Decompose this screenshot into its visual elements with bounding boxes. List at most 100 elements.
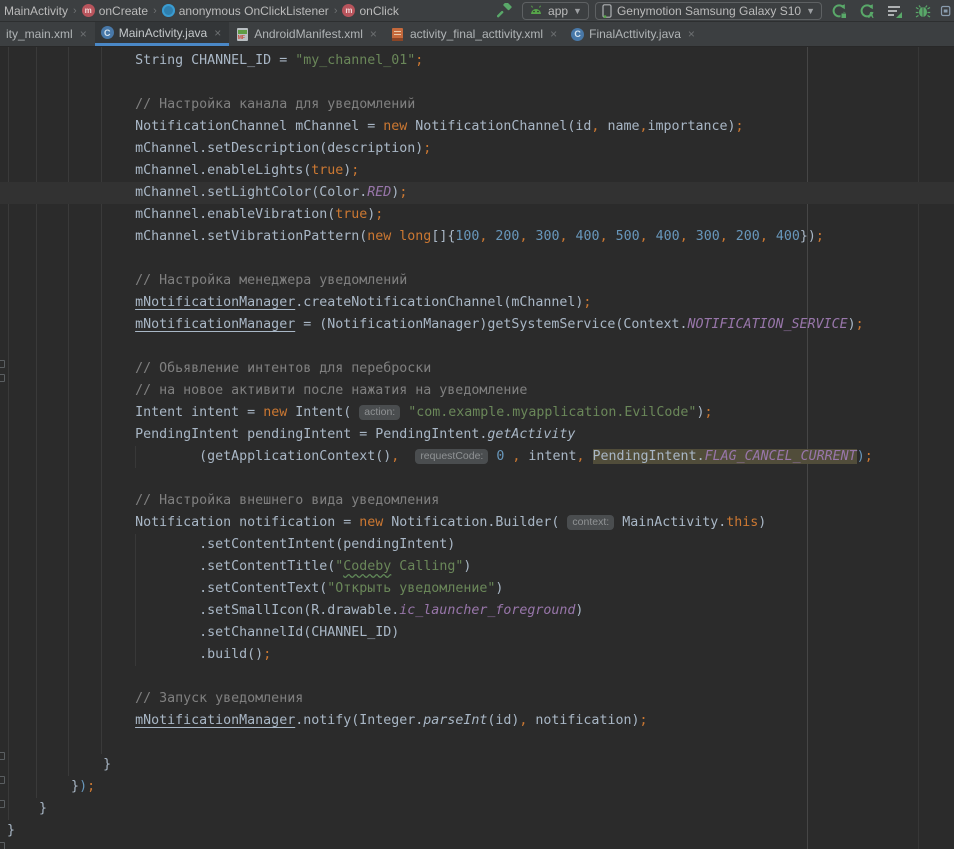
fold-marker[interactable]: [0, 752, 5, 760]
breadcrumb-item[interactable]: MainActivity: [2, 4, 70, 18]
code-line[interactable]: .setSmallIcon(R.drawable.ic_launcher_for…: [0, 600, 954, 622]
fold-marker[interactable]: [0, 360, 5, 368]
apply-code-changes-icon[interactable]: A: [856, 1, 878, 21]
code-line[interactable]: mChannel.enableLights(true);: [0, 160, 954, 182]
code-line[interactable]: }: [0, 798, 954, 820]
svg-text:A: A: [868, 11, 874, 19]
code-line[interactable]: Intent intent = new Intent( action: "com…: [0, 402, 954, 424]
code-line[interactable]: }: [0, 754, 954, 776]
tab-ity_main.xml[interactable]: ity_main.xml×: [0, 22, 95, 46]
close-icon[interactable]: ×: [550, 27, 557, 41]
code-line[interactable]: // Обьявление интентов для переброски: [0, 358, 954, 380]
code-editor[interactable]: String CHANNEL_ID = "my_channel_01"; // …: [0, 47, 954, 849]
code-token: ): [848, 317, 856, 332]
code-line[interactable]: });: [0, 776, 954, 798]
tab-activity_final_acttivity.xml[interactable]: activity_final_acttivity.xml×: [385, 22, 565, 46]
code-line[interactable]: .build();: [0, 644, 954, 666]
code-token: ,: [560, 229, 568, 244]
code-line[interactable]: mNotificationManager.createNotificationC…: [0, 292, 954, 314]
code-token: intent: [520, 449, 576, 464]
code-token: mChannel.setLightColor(Color.: [135, 185, 367, 200]
code-line[interactable]: mNotificationManager = (NotificationMana…: [0, 314, 954, 336]
code-token: ;: [736, 119, 744, 134]
code-token: mNotificationManager: [135, 713, 295, 728]
breadcrumb-item[interactable]: monCreate: [80, 4, 150, 18]
fold-marker[interactable]: [0, 800, 5, 808]
code-line[interactable]: NotificationChannel mChannel = new Notif…: [0, 116, 954, 138]
code-line[interactable]: // Настройка менеджера уведомлений: [0, 270, 954, 292]
apply-changes-icon[interactable]: [828, 1, 850, 21]
code-token: }: [39, 801, 47, 816]
code-line[interactable]: // на новое активити после нажатия на ув…: [0, 380, 954, 402]
breadcrumb-item[interactable]: anonymous OnClickListener: [160, 4, 331, 18]
chevron-down-icon: ▼: [573, 6, 582, 16]
code-token: ;: [399, 185, 407, 200]
code-line[interactable]: // Настройка канала для уведомлений: [0, 94, 954, 116]
code-token: .build(): [199, 647, 263, 662]
code-line[interactable]: [0, 732, 954, 754]
attach-debugger-icon[interactable]: [940, 1, 952, 21]
tab-FinalActtivity.java[interactable]: CFinalActtivity.java×: [565, 22, 703, 46]
code-token: ;: [816, 229, 824, 244]
code-line[interactable]: PendingIntent pendingIntent = PendingInt…: [0, 424, 954, 446]
code-token: ;: [704, 405, 712, 420]
code-line[interactable]: // Настройка внешнего вида уведомления: [0, 490, 954, 512]
code-token: name: [599, 119, 639, 134]
device-selector[interactable]: Genymotion Samsung Galaxy S10 ▼: [595, 2, 822, 20]
code-line[interactable]: mChannel.enableVibration(true);: [0, 204, 954, 226]
close-icon[interactable]: ×: [688, 27, 695, 41]
breadcrumb-item[interactable]: monClick: [340, 4, 400, 18]
code-token: [728, 229, 736, 244]
module-selector[interactable]: app ▼: [522, 2, 589, 20]
debug-bug-icon[interactable]: [912, 1, 934, 21]
tab-AndroidManifest.xml[interactable]: AndroidManifest.xml×: [229, 22, 385, 46]
code-line[interactable]: [0, 336, 954, 358]
code-token: new: [383, 119, 407, 134]
code-line[interactable]: mChannel.setVibrationPattern(new long[]{…: [0, 226, 954, 248]
code-token: new long: [367, 229, 431, 244]
close-icon[interactable]: ×: [370, 27, 377, 41]
code-token: // Обьявление интентов для переброски: [135, 361, 431, 376]
code-line[interactable]: mChannel.setLightColor(Color.RED);: [0, 182, 954, 204]
build-hammer-icon[interactable]: [494, 1, 516, 21]
code-line[interactable]: [0, 248, 954, 270]
code-line[interactable]: mChannel.setDescription(description);: [0, 138, 954, 160]
manifest-icon: [235, 27, 249, 41]
phone-icon: [602, 4, 612, 18]
code-token: Notification notification =: [135, 515, 359, 530]
breadcrumb-label: onCreate: [99, 4, 148, 18]
fold-marker[interactable]: [0, 776, 5, 784]
code-line[interactable]: // Запуск уведомления: [0, 688, 954, 710]
code-token: Codeby: [343, 559, 391, 574]
code-line[interactable]: [0, 72, 954, 94]
code-line[interactable]: .setContentTitle("Codeby Calling"): [0, 556, 954, 578]
code-token: ): [79, 779, 87, 794]
code-line[interactable]: [0, 468, 954, 490]
code-line[interactable]: String CHANNEL_ID = "my_channel_01";: [0, 50, 954, 72]
fold-marker[interactable]: [0, 842, 5, 849]
code-line[interactable]: (getApplicationContext(), requestCode: 0…: [0, 446, 954, 468]
code-line[interactable]: .setChannelId(CHANNEL_ID): [0, 622, 954, 644]
code-token: mChannel.setVibrationPattern(: [135, 229, 367, 244]
fold-marker[interactable]: [0, 374, 5, 382]
code-line[interactable]: .setContentIntent(pendingIntent): [0, 534, 954, 556]
close-icon[interactable]: ×: [80, 27, 87, 41]
code-token: ;: [351, 163, 359, 178]
code-token: ): [463, 559, 471, 574]
code-token: Intent intent =: [135, 405, 263, 420]
code-token: ,: [720, 229, 728, 244]
code-line[interactable]: }: [0, 820, 954, 842]
code-line[interactable]: mNotificationManager.notify(Integer.pars…: [0, 710, 954, 732]
code-line[interactable]: [0, 666, 954, 688]
code-token: ;: [375, 207, 383, 222]
tab-MainActivity.java[interactable]: CMainActivity.java×: [95, 22, 230, 46]
code-line[interactable]: .setContentText("Открыть уведомление"): [0, 578, 954, 600]
code-token: ;: [423, 141, 431, 156]
code-token: .createNotificationChannel(mChannel): [295, 295, 583, 310]
code-token: ): [857, 449, 865, 464]
close-icon[interactable]: ×: [214, 26, 221, 40]
code-token: 500: [616, 229, 640, 244]
code-token: (id): [487, 713, 519, 728]
code-line[interactable]: Notification notification = new Notifica…: [0, 512, 954, 534]
profiler-icon[interactable]: [884, 1, 906, 21]
